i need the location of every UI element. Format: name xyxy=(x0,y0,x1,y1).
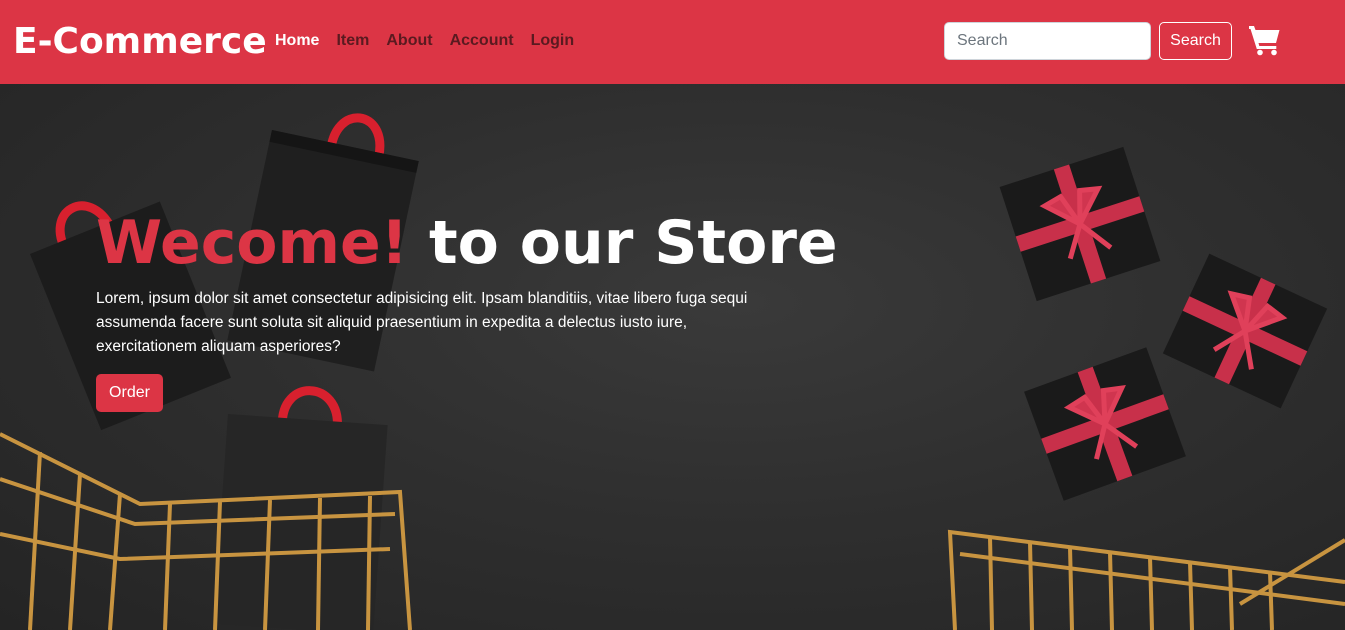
brand-logo[interactable]: E-Commerce xyxy=(13,20,267,64)
order-button[interactable]: Order xyxy=(96,374,163,412)
gift-box-icon xyxy=(999,146,1161,302)
shopping-cart-icon[interactable] xyxy=(1248,24,1282,56)
navbar: E-Commerce Home Item About Account Login… xyxy=(0,0,1345,84)
nav-link-about[interactable]: About xyxy=(386,31,432,51)
nav-link-login[interactable]: Login xyxy=(531,31,575,51)
nav-link-account[interactable]: Account xyxy=(450,31,514,51)
hero-banner: Wecome! to our Store Lorem, ipsum dolor … xyxy=(0,84,1345,630)
nav-link-item[interactable]: Item xyxy=(336,31,369,51)
hero-description: Lorem, ipsum dolor sit amet consectetur … xyxy=(96,290,748,355)
gift-box-icon xyxy=(1024,347,1186,501)
hero-title-accent: Wecome! xyxy=(96,208,409,278)
search-input[interactable] xyxy=(944,22,1151,60)
nav-links: Home Item About Account Login xyxy=(275,31,591,51)
shopping-bag-icon xyxy=(213,386,388,630)
hero-title: Wecome! to our Store xyxy=(96,208,838,278)
hero-title-rest: to our Store xyxy=(408,208,838,278)
search-button[interactable]: Search xyxy=(1159,22,1232,60)
gift-box-icon xyxy=(1162,253,1328,409)
shopping-cart-icon xyxy=(947,529,1345,630)
nav-link-home[interactable]: Home xyxy=(275,31,319,51)
